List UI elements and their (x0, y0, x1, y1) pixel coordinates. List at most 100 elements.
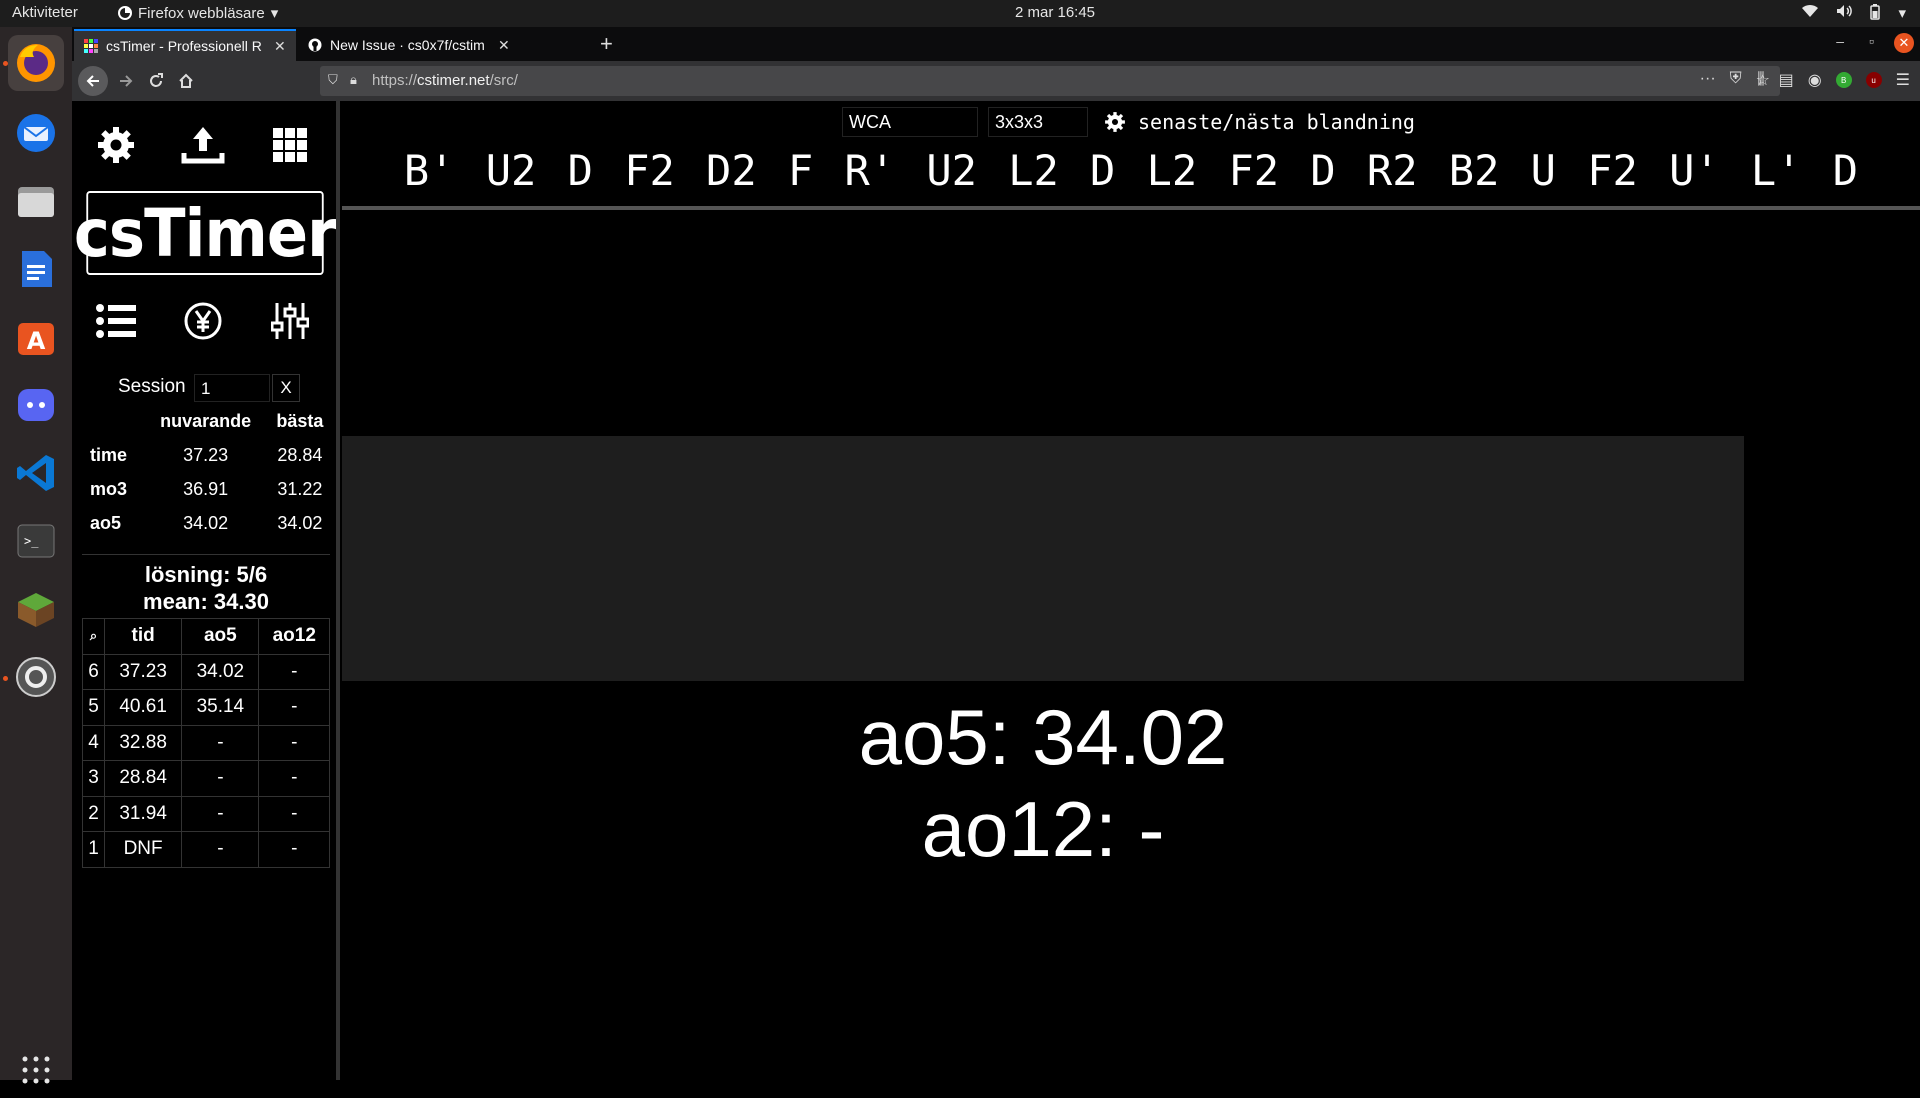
solve-time[interactable]: 40.61 (103, 689, 183, 726)
scramble-type-select[interactable]: WCA (842, 107, 978, 137)
solve-ao12[interactable]: - (258, 795, 330, 832)
dock-minecraft[interactable] (8, 581, 64, 637)
account-icon[interactable]: ◉ (1808, 70, 1822, 90)
maximize-button[interactable]: ▫ (1869, 33, 1874, 49)
close-icon[interactable]: ✕ (274, 38, 286, 55)
solve-ao5[interactable]: 35.14 (181, 689, 260, 726)
solve-ao12[interactable]: - (258, 653, 330, 690)
reload-button[interactable] (144, 69, 168, 93)
solve-number[interactable]: 2 (82, 795, 105, 832)
ublock-icon[interactable]: u (1865, 72, 1882, 88)
dock-writer[interactable] (8, 241, 64, 297)
solve-ao12[interactable]: - (258, 831, 330, 868)
url-text[interactable]: https://cstimer.net/src/ (372, 72, 518, 89)
new-tab-button[interactable]: + (600, 31, 613, 57)
show-apps-button[interactable] (8, 1042, 64, 1098)
timer-display-area[interactable] (342, 436, 1744, 681)
settings-icon (16, 657, 56, 697)
forward-button[interactable] (114, 69, 138, 93)
stat-current[interactable]: 37.23 (143, 438, 267, 472)
scramble-nav-link[interactable]: senaste/nästa blandning (1138, 110, 1415, 134)
activities-button[interactable]: Aktiviteter (12, 4, 78, 21)
page-content: csTimer Session 1 X nuvarande bästa time… (72, 101, 1920, 1080)
shield-icon[interactable]: ⛉ (328, 72, 338, 88)
delete-session-button[interactable]: X (272, 374, 300, 402)
solve-ao12[interactable]: - (258, 724, 330, 761)
solve-ao5[interactable]: - (181, 795, 260, 832)
gear-icon[interactable] (1104, 111, 1126, 133)
stats-list-button[interactable] (74, 277, 158, 365)
browser-nav-bar: ⛉ 🔒︎ https://cstimer.net/src/ ··· ⛨ ☆ ⫼ … (72, 61, 1920, 101)
solve-time[interactable]: 32.88 (103, 724, 183, 761)
stat-current[interactable]: 34.02 (143, 506, 267, 540)
app-menu-label: Firefox webbläsare (138, 4, 265, 22)
solve-ao5[interactable]: - (181, 760, 260, 797)
cstimer-logo[interactable]: csTimer (74, 191, 337, 275)
library-icon[interactable]: ⫼ (1757, 71, 1764, 89)
solve-ao5[interactable]: - (181, 724, 260, 761)
home-button[interactable] (174, 69, 198, 93)
dock-thunderbird[interactable] (8, 105, 64, 161)
tab-github[interactable]: New Issue · cs0x7f/cstim ✕ (298, 29, 596, 61)
stat-best[interactable]: 34.02 (268, 506, 332, 540)
dock-settings[interactable] (8, 649, 64, 705)
lock-icon[interactable]: 🔒︎ (350, 72, 357, 88)
dock-software[interactable]: A (8, 309, 64, 365)
hamburger-menu-icon[interactable]: ☰ (1896, 70, 1910, 90)
solve-time[interactable]: 28.84 (103, 760, 183, 797)
pocket-icon[interactable]: ⛨ (1730, 70, 1742, 90)
stat-best[interactable]: 28.84 (268, 438, 332, 472)
solve-number[interactable]: 1 (82, 831, 105, 868)
firefox-icon (17, 44, 55, 82)
stat-label: ao5 (90, 512, 122, 533)
scramble-text[interactable]: B' U2 D F2 D2 F R' U2 L2 D L2 F2 D R2 B2… (342, 146, 1920, 195)
tools-button[interactable] (248, 277, 332, 365)
solve-ao5[interactable]: - (181, 831, 260, 868)
solve-count: lösning: 5/6 (144, 562, 268, 587)
close-icon[interactable]: ✕ (498, 37, 510, 54)
solve-ao5[interactable]: 34.02 (181, 653, 260, 690)
table-row: 6 37.23 34.02 - (82, 653, 330, 690)
back-button[interactable] (78, 66, 108, 96)
dock-firefox[interactable] (8, 35, 64, 91)
more-actions-icon[interactable]: ··· (1700, 70, 1716, 90)
export-button[interactable] (161, 101, 245, 189)
solve-ao12[interactable]: - (258, 760, 330, 797)
tab-cstimer[interactable]: csTimer - Professionell R ✕ (74, 29, 296, 61)
scramble-image-button[interactable] (248, 101, 332, 189)
stat-current[interactable]: 36.91 (143, 472, 267, 506)
dock-discord[interactable] (8, 377, 64, 433)
donate-button[interactable] (161, 277, 245, 365)
scramble-controls: WCA 3x3x3 senaste/nästa blandning (842, 107, 1415, 137)
stat-best[interactable]: 31.22 (268, 472, 332, 506)
solve-number[interactable]: 6 (82, 653, 105, 690)
session-summary[interactable]: lösning: 5/6 mean: 34.30 (82, 554, 330, 616)
puzzle-select[interactable]: 3x3x3 (988, 107, 1088, 137)
solve-time[interactable]: 37.23 (103, 653, 183, 690)
arrow-left-icon (86, 75, 99, 87)
status-area[interactable]: ▾ (1802, 4, 1906, 22)
table-row: 3 28.84 - - (82, 760, 330, 797)
search-icon[interactable]: ⌕ (82, 618, 105, 655)
clock[interactable]: 2 mar 16:45 (0, 4, 1920, 21)
solve-time[interactable]: 31.94 (103, 795, 183, 832)
solve-ao12[interactable]: - (258, 689, 330, 726)
times-header-ao5: ao5 (181, 618, 260, 655)
session-select[interactable]: 1 (194, 374, 270, 402)
solve-number[interactable]: 4 (82, 724, 105, 761)
minimize-button[interactable]: – (1836, 33, 1844, 49)
close-window-button[interactable]: ✕ (1894, 33, 1914, 53)
dock-vscode[interactable] (8, 445, 64, 501)
dock-terminal[interactable]: >_ (8, 513, 64, 569)
solve-number[interactable]: 5 (82, 689, 105, 726)
stat-label: time (90, 444, 128, 465)
sidebar-icon[interactable]: ▤ (1779, 70, 1794, 90)
solve-time[interactable]: DNF (103, 831, 183, 868)
options-button[interactable] (74, 101, 158, 189)
solve-number[interactable]: 3 (82, 760, 105, 797)
dock-files[interactable] (8, 173, 64, 229)
app-menu[interactable]: Firefox webbläsare ▾ (118, 4, 278, 22)
cstimer-sidebar: csTimer Session 1 X nuvarande bästa time… (74, 101, 337, 1080)
url-bar[interactable]: ⛉ 🔒︎ https://cstimer.net/src/ ··· ⛨ ☆ (320, 66, 1780, 96)
extension-icon[interactable]: B (1835, 72, 1852, 88)
